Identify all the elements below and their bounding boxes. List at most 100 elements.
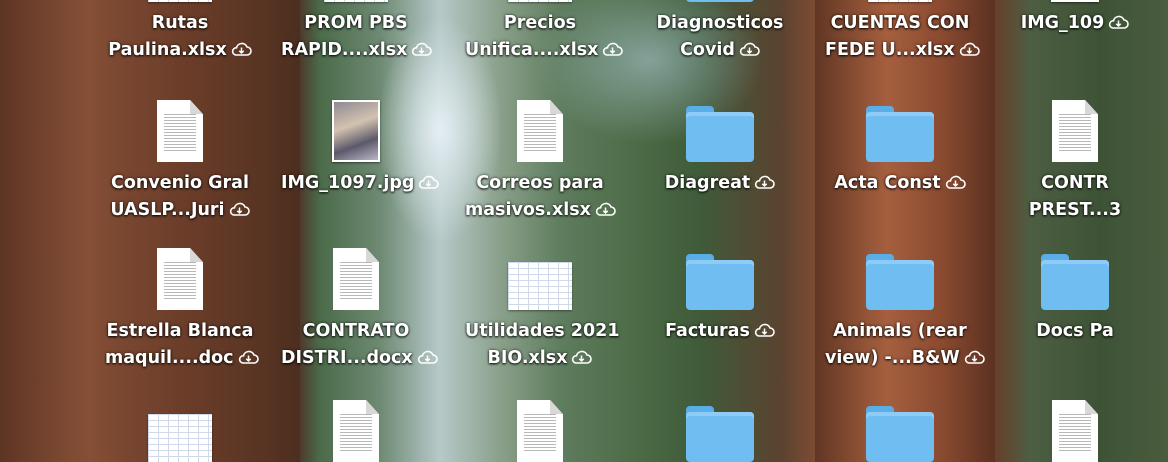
icloud-download-icon[interactable] [227, 40, 252, 60]
icon-label-line1: Animals (rear [833, 321, 967, 341]
icon-label-line1: PROM PBS [304, 13, 408, 33]
icloud-download-icon[interactable] [735, 40, 760, 60]
folder-icon [686, 0, 754, 2]
desktop-icon-document[interactable]: Correos para masivos.xlsx [465, 100, 616, 224]
icloud-download-icon[interactable] [591, 200, 616, 220]
icloud-download-icon[interactable] [750, 321, 775, 341]
icloud-download-icon[interactable] [598, 40, 624, 60]
icloud-download-icon[interactable] [225, 200, 250, 220]
icon-label: Estrella Blanca maquil....doc [105, 318, 259, 372]
icloud-download-icon[interactable] [567, 348, 593, 368]
document-icon [1052, 100, 1098, 162]
icon-label-text: BIO.xlsx [487, 348, 568, 368]
icon-label-text: Paulina.xlsx [108, 40, 227, 60]
document-icon [517, 400, 563, 462]
icon-label: IMG_1097.jpg [281, 170, 440, 197]
icloud-download-icon[interactable] [234, 348, 259, 368]
folder-icon [866, 254, 934, 310]
icon-label-line1: CONTRATO [302, 321, 410, 341]
icon-label-line1: IMG_109 [1000, 10, 1150, 37]
icon-label: PROM PBS RAPID....xlsx [281, 10, 433, 64]
icloud-download-icon[interactable] [407, 40, 433, 60]
desktop-icon-document[interactable] [281, 400, 431, 462]
icon-label: Docs Pa [1000, 318, 1150, 345]
desktop-icon-document[interactable]: Convenio Gral UASLP...Juri [105, 100, 255, 224]
icon-label: Correos para masivos.xlsx [465, 170, 616, 224]
icon-label: CONTR PREST...3 [1000, 170, 1150, 224]
icon-label-line2: UASLP...Juri [105, 197, 255, 224]
desktop-icon-document[interactable] [1000, 400, 1150, 462]
document-icon [157, 100, 203, 162]
desktop-icon-document[interactable]: CONTR PREST...3 [1000, 100, 1150, 224]
icon-label-text: FEDE U...xlsx [825, 40, 955, 60]
desktop-icon-folder[interactable]: Diagnosticos Covid [645, 0, 795, 64]
folder-icon [866, 106, 934, 162]
icloud-download-icon[interactable] [750, 173, 776, 193]
spreadsheet-icon [508, 0, 572, 2]
icon-label-text: PREST...3 [1028, 200, 1122, 220]
icloud-download-icon[interactable] [941, 173, 966, 193]
desktop-icon-folder[interactable]: Diagreat [645, 106, 795, 197]
image-thumbnail-icon [332, 100, 380, 162]
desktop-icon-image[interactable]: IMG_109 [1000, 0, 1150, 37]
tree-trunk-left [0, 0, 300, 462]
tree-trunk-right [815, 0, 995, 462]
desktop-icon-folder[interactable]: Acta Const [825, 106, 975, 197]
icon-label-line1: CONTR [1041, 173, 1109, 193]
icon-label-line1: Convenio Gral [111, 173, 249, 193]
desktop-icon-spreadsheet[interactable]: PROM PBS RAPID....xlsx [281, 0, 433, 64]
icon-label-text: maquil....doc [105, 348, 234, 368]
icon-label-text: DISTRI...docx [281, 348, 413, 368]
spreadsheet-icon [324, 0, 388, 2]
icon-label-line2: PREST...3 [1000, 197, 1150, 224]
icon-label: Animals (rear view) -...B&W [825, 318, 985, 372]
icon-label-line2: BIO.xlsx [465, 345, 615, 372]
desktop-icon-image[interactable]: IMG_1097.jpg [281, 100, 440, 197]
icon-label: Diagreat [645, 170, 795, 197]
icon-label: Diagnosticos Covid [645, 10, 795, 64]
icon-label-line2: FEDE U...xlsx [825, 37, 980, 64]
desktop-icon-spreadsheet[interactable]: Precios Unifica....xlsx [465, 0, 624, 64]
folder-icon [1041, 254, 1109, 310]
icon-label-line2: masivos.xlsx [465, 197, 616, 224]
icon-label-line2: maquil....doc [105, 345, 259, 372]
desktop-icon-folder[interactable]: Animals (rear view) -...B&W [825, 254, 985, 372]
icon-label-line2: RAPID....xlsx [281, 37, 433, 64]
icon-label-line1: Docs Pa [1036, 321, 1114, 341]
desktop-icon-spreadsheet[interactable]: CUENTAS CON FEDE U...xlsx [825, 0, 980, 64]
spreadsheet-icon [868, 0, 932, 2]
desktop-icon-folder[interactable]: Facturas [645, 254, 795, 345]
spreadsheet-icon [148, 414, 212, 462]
desktop-icon-document[interactable] [465, 400, 615, 462]
icon-label-text: Unifica....xlsx [465, 40, 599, 60]
desktop-icon-document[interactable]: CONTRATO DISTRI...docx [281, 248, 438, 372]
icon-label: Convenio Gral UASLP...Juri [105, 170, 255, 224]
icon-label-line1: Correos para [476, 173, 604, 193]
desktop-icon-folder[interactable]: Docs Pa [1000, 254, 1150, 345]
desktop [0, 0, 1168, 462]
document-icon [157, 248, 203, 310]
desktop-icon-spreadsheet[interactable] [105, 414, 255, 462]
icloud-download-icon[interactable] [955, 40, 980, 60]
icon-label-text: RAPID....xlsx [281, 40, 408, 60]
folder-icon [686, 254, 754, 310]
spreadsheet-icon [508, 262, 572, 310]
folder-icon [866, 406, 934, 462]
desktop-icon-document[interactable]: Estrella Blanca maquil....doc [105, 248, 259, 372]
icloud-download-icon[interactable] [413, 348, 438, 368]
icloud-download-icon[interactable] [960, 348, 985, 368]
desktop-icon-spreadsheet[interactable]: Rutas Paulina.xlsx [105, 0, 255, 64]
icon-label-text: masivos.xlsx [465, 200, 591, 220]
desktop-icon-folder[interactable] [825, 406, 975, 462]
icon-label-line1: Estrella Blanca [106, 321, 254, 341]
document-icon [1052, 400, 1098, 462]
desktop-icon-folder[interactable] [645, 406, 795, 462]
icloud-download-icon[interactable] [414, 173, 440, 193]
document-icon [517, 100, 563, 162]
icon-label: Precios Unifica....xlsx [465, 10, 624, 64]
icon-label-text: UASLP...Juri [110, 200, 225, 220]
icloud-download-icon[interactable] [1104, 13, 1130, 33]
desktop-icon-spreadsheet[interactable]: Utilidades 2021 BIO.xlsx [465, 262, 620, 372]
icon-label-line1: Acta Const [825, 170, 975, 197]
icon-label-line1: Facturas [645, 318, 795, 345]
